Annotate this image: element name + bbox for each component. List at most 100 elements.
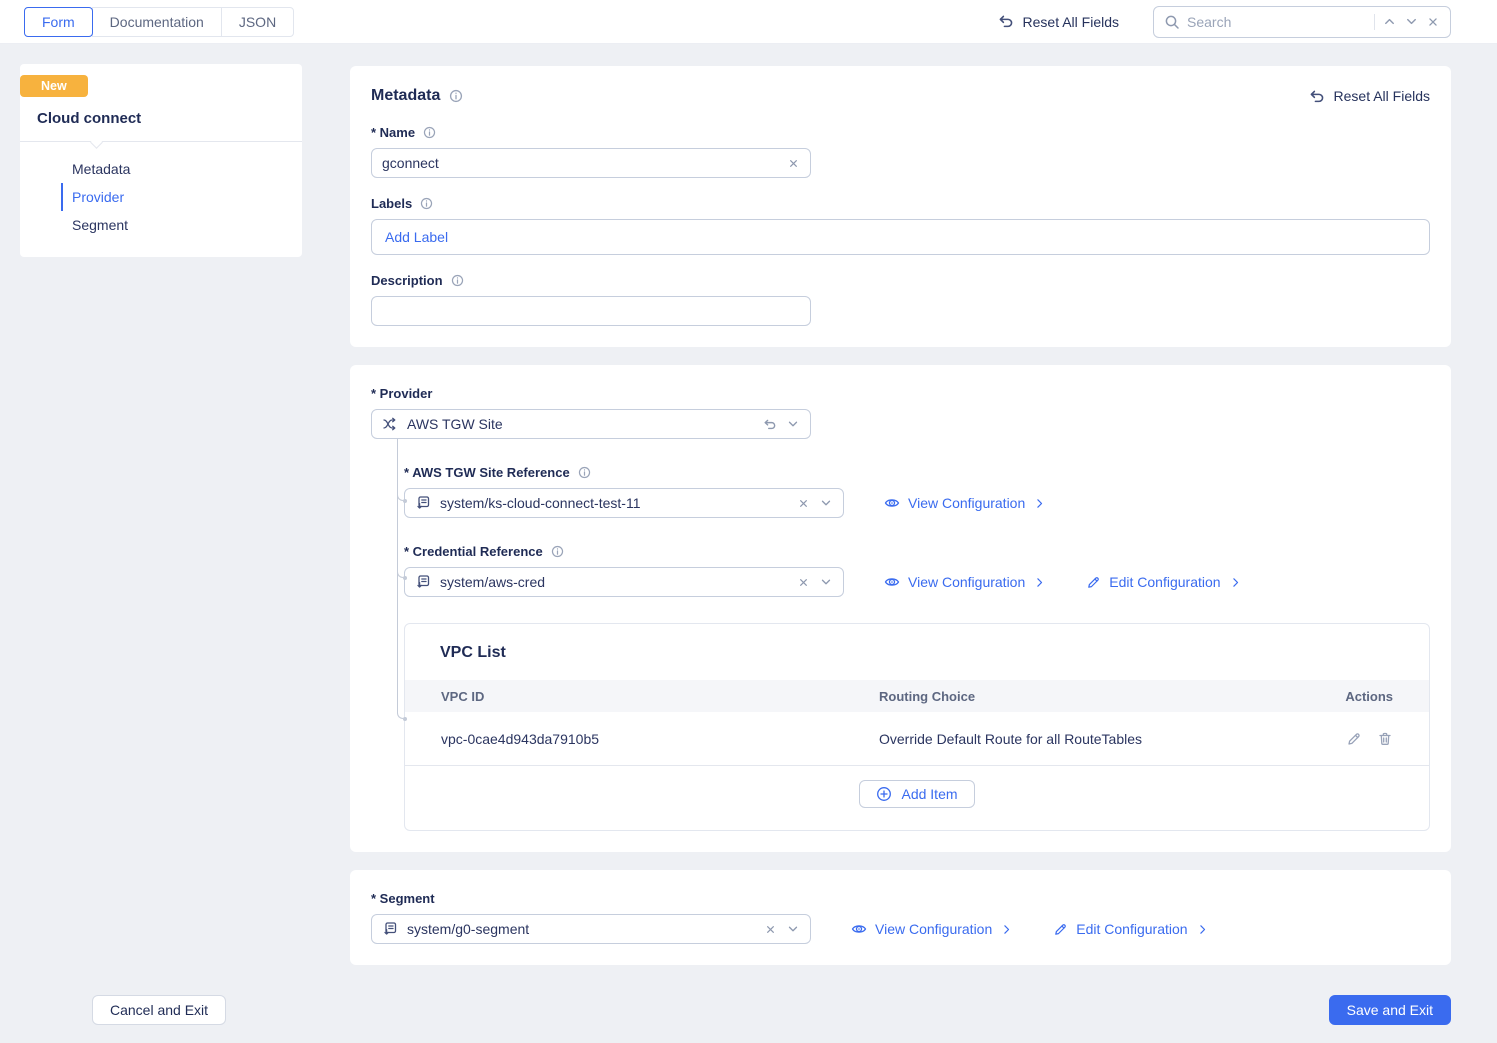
card-reset-all-fields-button[interactable]: Reset All Fields <box>1308 88 1430 105</box>
delete-row-button[interactable] <box>1377 731 1393 747</box>
undo-icon[interactable] <box>762 417 777 432</box>
search-box <box>1153 6 1451 38</box>
cred-ref-select[interactable]: system/aws-cred <box>404 567 844 597</box>
chevron-down-icon[interactable] <box>786 922 800 936</box>
close-icon[interactable] <box>764 923 777 936</box>
chevron-down-icon[interactable] <box>1404 14 1419 29</box>
chevron-down-icon[interactable] <box>786 417 800 431</box>
branch-icon <box>382 416 398 432</box>
close-icon[interactable] <box>1426 15 1440 29</box>
eye-icon <box>884 495 900 511</box>
eye-icon <box>884 574 900 590</box>
eye-icon <box>851 921 867 937</box>
description-label: Description <box>371 273 443 288</box>
col-actions: Actions <box>1331 689 1393 704</box>
add-item-button[interactable]: Add Item <box>859 780 974 808</box>
reference-icon <box>415 495 431 511</box>
view-tabs: Form Documentation JSON <box>24 7 294 37</box>
cred-edit-configuration-link[interactable]: Edit Configuration <box>1086 574 1241 590</box>
segment-label: * Segment <box>371 891 435 906</box>
labels-box[interactable]: Add Label <box>371 219 1430 255</box>
segment-card: * Segment system/g0-segment <box>350 870 1451 965</box>
name-field-wrap <box>371 148 811 178</box>
clear-name-icon[interactable] <box>787 157 800 170</box>
topbar-right: Reset All Fields <box>997 6 1451 38</box>
chevron-right-icon <box>1033 576 1046 589</box>
close-icon[interactable] <box>797 576 810 589</box>
vpc-id-cell: vpc-0cae4d943da7910b5 <box>441 731 879 747</box>
tab-documentation[interactable]: Documentation <box>92 7 222 37</box>
close-icon[interactable] <box>797 497 810 510</box>
trash-icon <box>1377 731 1393 747</box>
col-routing-choice: Routing Choice <box>879 689 1331 704</box>
card-reset-all-fields-label: Reset All Fields <box>1334 88 1430 104</box>
cred-ref-value: system/aws-cred <box>440 574 788 590</box>
sidebar-divider <box>20 141 302 142</box>
provider-children: * AWS TGW Site Reference system/ks-cloud… <box>404 465 1430 831</box>
metadata-card-title: Metadata <box>371 87 440 105</box>
segment-value: system/g0-segment <box>407 921 755 937</box>
chevron-down-icon[interactable] <box>819 575 833 589</box>
info-icon[interactable] <box>423 126 436 139</box>
save-and-exit-button[interactable]: Save and Exit <box>1329 995 1451 1025</box>
pencil-icon <box>1346 731 1362 747</box>
provider-label: * Provider <box>371 386 432 401</box>
info-icon[interactable] <box>451 274 464 287</box>
segment-edit-configuration-link[interactable]: Edit Configuration <box>1053 921 1208 937</box>
pencil-icon <box>1086 575 1101 590</box>
cred-view-configuration-link[interactable]: View Configuration <box>884 574 1046 590</box>
segment-view-configuration-link[interactable]: View Configuration <box>851 921 1013 937</box>
topbar: Form Documentation JSON Reset All Fields <box>0 0 1497 44</box>
chevron-right-icon <box>1000 923 1013 936</box>
description-input[interactable] <box>382 303 800 319</box>
tree-connector <box>397 439 403 719</box>
table-row: vpc-0cae4d943da7910b5 Override Default R… <box>405 712 1429 766</box>
chevron-right-icon <box>1033 497 1046 510</box>
search-input[interactable] <box>1187 14 1367 30</box>
add-label-button[interactable]: Add Label <box>385 229 448 245</box>
footer: Cancel and Exit Save and Exit <box>92 995 1451 1025</box>
reset-all-fields-label: Reset All Fields <box>1023 14 1119 30</box>
tgw-view-configuration-link[interactable]: View Configuration <box>884 495 1046 511</box>
tgw-ref-label: * AWS TGW Site Reference <box>404 465 570 480</box>
name-input[interactable] <box>382 155 779 171</box>
sidebar-title: Cloud connect <box>20 97 302 141</box>
reset-all-fields-button[interactable]: Reset All Fields <box>997 13 1119 30</box>
metadata-card: Metadata Reset All Fields * Name <box>350 66 1451 347</box>
segment-select[interactable]: system/g0-segment <box>371 914 811 944</box>
chevron-up-icon[interactable] <box>1382 14 1397 29</box>
description-field-wrap <box>371 296 811 326</box>
col-vpc-id: VPC ID <box>441 689 879 704</box>
search-divider <box>1374 14 1375 30</box>
main-content: Metadata Reset All Fields * Name <box>350 66 1451 965</box>
tgw-ref-select[interactable]: system/ks-cloud-connect-test-11 <box>404 488 844 518</box>
tab-json[interactable]: JSON <box>221 7 294 37</box>
tree-connector <box>397 439 403 578</box>
new-badge: New <box>20 75 88 97</box>
cancel-and-exit-button[interactable]: Cancel and Exit <box>92 995 226 1025</box>
info-icon[interactable] <box>420 197 433 210</box>
info-icon[interactable] <box>449 89 463 103</box>
sidebar-item-provider[interactable]: Provider <box>61 183 302 211</box>
edit-row-button[interactable] <box>1346 731 1362 747</box>
sidebar-item-segment[interactable]: Segment <box>61 211 302 239</box>
chevron-right-icon <box>1196 923 1209 936</box>
chevron-down-icon[interactable] <box>819 496 833 510</box>
reference-icon <box>415 574 431 590</box>
undo-icon <box>997 13 1014 30</box>
provider-value: AWS TGW Site <box>407 416 753 432</box>
chevron-right-icon <box>1229 576 1242 589</box>
undo-icon <box>1308 88 1325 105</box>
provider-card: * Provider AWS TGW Site * AWS TGW Site R… <box>350 365 1451 852</box>
plus-circle-icon <box>876 786 892 802</box>
reference-icon <box>382 921 398 937</box>
search-icon <box>1164 14 1180 30</box>
tgw-ref-value: system/ks-cloud-connect-test-11 <box>440 495 788 511</box>
info-icon[interactable] <box>551 545 564 558</box>
info-icon[interactable] <box>578 466 591 479</box>
provider-select[interactable]: AWS TGW Site <box>371 409 811 439</box>
sidebar-item-metadata[interactable]: Metadata <box>61 155 302 183</box>
tree-connector <box>397 439 403 501</box>
cred-ref-label: * Credential Reference <box>404 544 543 559</box>
tab-form[interactable]: Form <box>24 7 93 37</box>
